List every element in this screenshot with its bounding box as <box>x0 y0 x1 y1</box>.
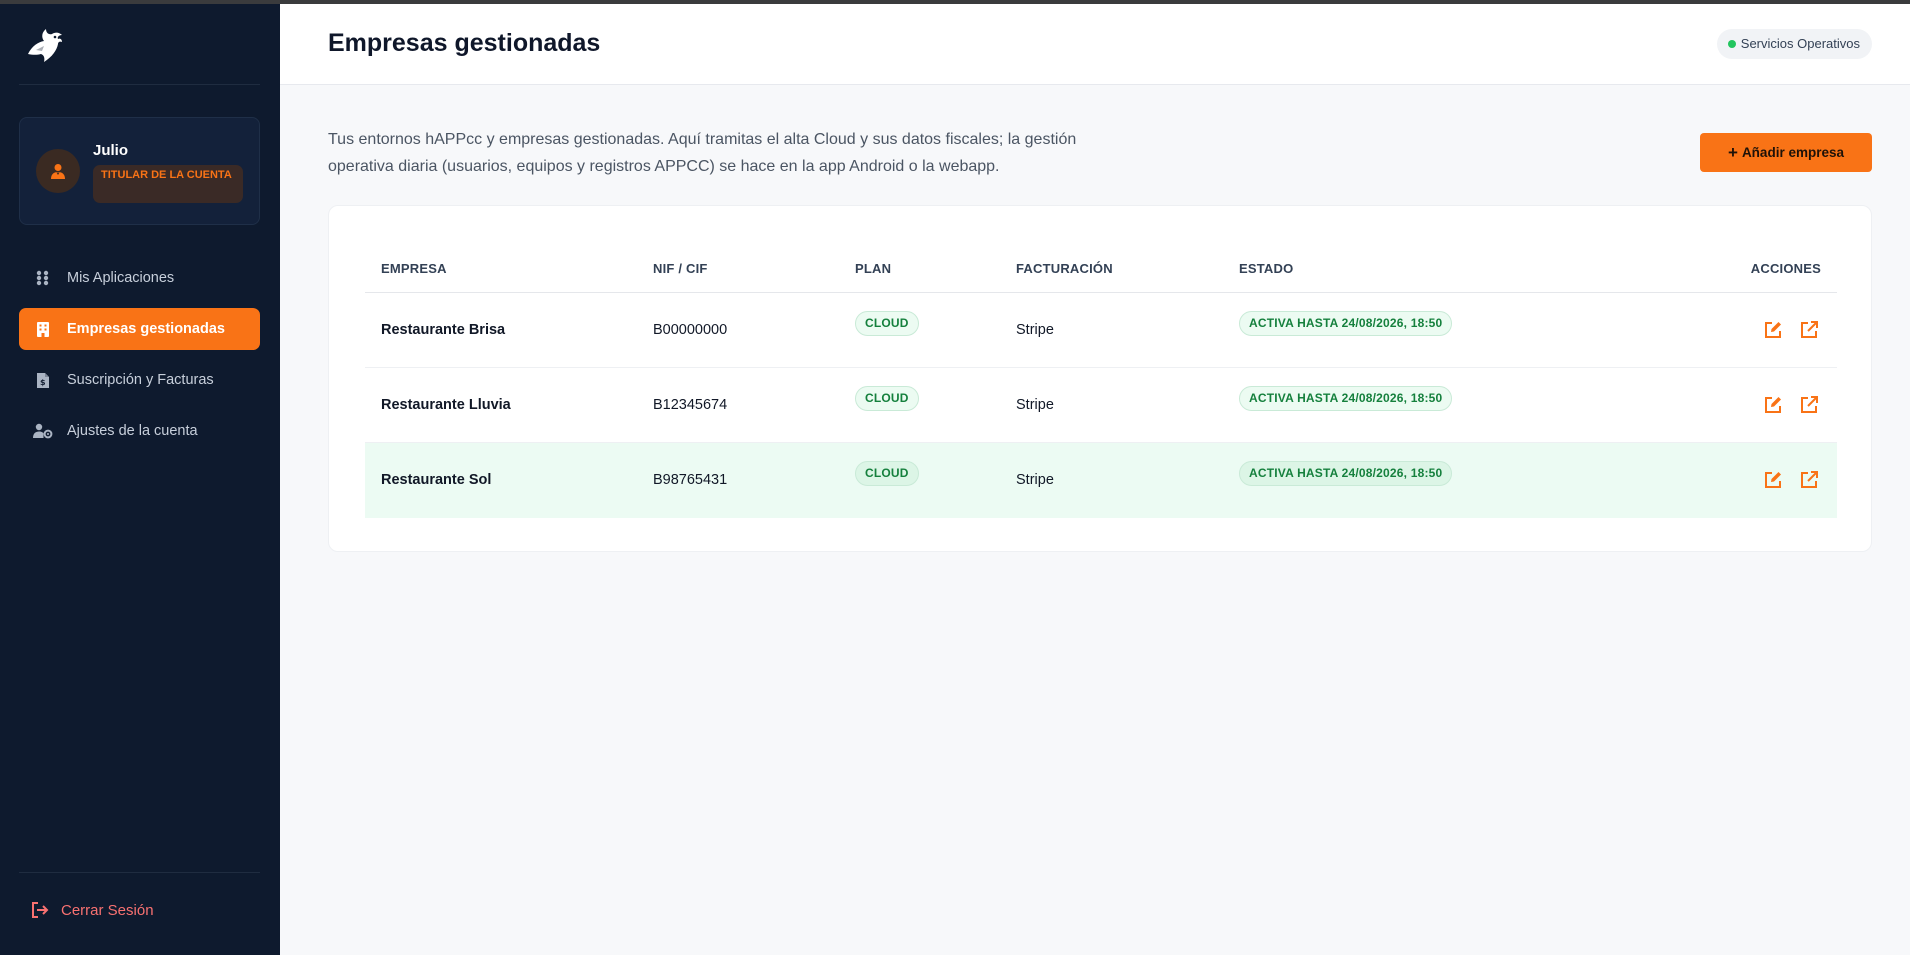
sidebar-item-ajustes-cuenta[interactable]: Ajustes de la cuenta <box>19 410 260 452</box>
company-name: Restaurante Brisa <box>381 322 506 338</box>
sidebar-item-label: Mis Aplicaciones <box>67 270 175 286</box>
sidebar-nav: Mis Aplicaciones Empresas gestionadas $ <box>19 257 260 461</box>
table-row[interactable]: Restaurante Sol B98765431 CLOUD Stripe A… <box>365 443 1837 518</box>
user-cog-icon <box>33 421 53 441</box>
plan-badge: CLOUD <box>855 311 919 336</box>
sidebar-divider-bottom <box>19 872 260 873</box>
company-nif: B12345674 <box>653 397 728 413</box>
logout-icon <box>31 900 51 920</box>
user-icon <box>51 164 65 179</box>
table-row[interactable]: Restaurante Brisa B00000000 CLOUD Stripe… <box>365 293 1837 368</box>
companies-table-card: EMPRESA NIF / CIF PLAN FACTURACIÓN ESTAD… <box>328 205 1872 552</box>
logout-label: Cerrar Sesión <box>61 901 154 919</box>
column-header-plan: PLAN <box>855 261 892 276</box>
sidebar-item-suscripcion-facturas[interactable]: $ Suscripción y Facturas <box>19 359 260 401</box>
status-badge: ACTIVA HASTA 24/08/2026, 18:50 <box>1239 311 1453 336</box>
company-name: Restaurante Lluvia <box>381 397 511 413</box>
profile-name: Julio <box>93 142 129 159</box>
logout-button[interactable]: Cerrar Sesión <box>31 900 154 920</box>
column-header-acciones: ACCIONES <box>1750 261 1821 276</box>
edit-icon[interactable] <box>1763 395 1783 415</box>
sidebar-item-mis-aplicaciones[interactable]: Mis Aplicaciones <box>19 257 260 299</box>
plan-badge: CLOUD <box>855 461 919 486</box>
invoice-icon: $ <box>33 370 53 390</box>
sidebar-item-label: Empresas gestionadas <box>67 321 225 337</box>
external-link-icon[interactable] <box>1799 470 1819 490</box>
eagle-logo-icon[interactable] <box>24 24 68 68</box>
building-icon <box>33 319 53 339</box>
add-company-button[interactable]: + Añadir empresa <box>1700 133 1872 172</box>
plus-icon: + <box>1728 143 1738 162</box>
sidebar-item-empresas-gestionadas[interactable]: Empresas gestionadas <box>19 308 260 350</box>
svg-text:$: $ <box>40 378 46 387</box>
sidebar-divider-top <box>19 84 260 85</box>
external-link-icon[interactable] <box>1799 395 1819 415</box>
column-header-estado: ESTADO <box>1239 261 1294 276</box>
billing-provider: Stripe <box>1016 472 1054 488</box>
profile-card: Julio TITULAR DE LA CUENTA <box>19 117 260 225</box>
sidebar-item-label: Ajustes de la cuenta <box>67 423 198 439</box>
status-dot-icon <box>1727 40 1736 48</box>
grid-icon <box>33 268 53 288</box>
billing-provider: Stripe <box>1016 322 1054 338</box>
edit-icon[interactable] <box>1763 470 1783 490</box>
company-nif: B00000000 <box>653 322 728 338</box>
column-header-nif: NIF / CIF <box>653 261 708 276</box>
external-link-icon[interactable] <box>1799 320 1819 340</box>
page-header: Empresas gestionadas Servicios Operativo… <box>280 4 1910 85</box>
status-badge: ACTIVA HASTA 24/08/2026, 18:50 <box>1239 386 1453 411</box>
page-title: Empresas gestionadas <box>328 29 601 57</box>
table-row[interactable]: Restaurante Lluvia B12345674 CLOUD Strip… <box>365 368 1837 443</box>
add-company-label: Añadir empresa <box>1741 145 1844 160</box>
table-header: EMPRESA NIF / CIF PLAN FACTURACIÓN ESTAD… <box>365 246 1837 293</box>
column-header-empresa: EMPRESA <box>381 261 447 276</box>
status-badge: Servicios Operativos <box>1716 29 1872 59</box>
plan-badge: CLOUD <box>855 386 919 411</box>
sidebar-item-label: Suscripción y Facturas <box>67 372 214 388</box>
status-badge: ACTIVA HASTA 24/08/2026, 18:50 <box>1239 461 1453 486</box>
intro-text: Tus entornos hAPPcc y empresas gestionad… <box>328 131 1077 175</box>
window-top-border <box>0 0 1910 4</box>
billing-provider: Stripe <box>1016 397 1054 413</box>
column-header-facturacion: FACTURACIÓN <box>1016 261 1113 276</box>
status-label: Servicios Operativos <box>1740 36 1860 51</box>
avatar[interactable] <box>36 149 80 193</box>
edit-icon[interactable] <box>1763 320 1783 340</box>
company-nif: B98765431 <box>653 472 728 488</box>
role-badge: TITULAR DE LA CUENTA <box>93 165 243 203</box>
company-name: Restaurante Sol <box>381 472 492 488</box>
sidebar: Julio TITULAR DE LA CUENTA Mis Aplicacio… <box>0 0 280 955</box>
